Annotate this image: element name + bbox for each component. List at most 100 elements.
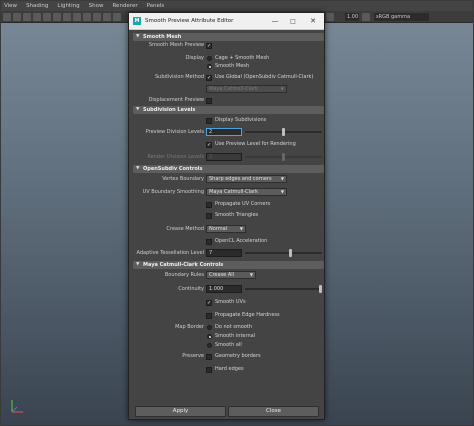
color-management-icon[interactable] — [362, 13, 370, 21]
grid-icon[interactable] — [13, 13, 21, 21]
wireframe-icon[interactable] — [23, 13, 31, 21]
render-division-levels-field[interactable]: 2 — [206, 153, 242, 161]
smooth-triangles-label: Smooth Triangles — [215, 212, 259, 218]
slider-handle[interactable] — [282, 128, 285, 136]
attribute-panel: ▼ Smooth Mesh Smooth Mesh Preview ✓ Disp… — [133, 32, 324, 400]
menu-lighting[interactable]: Lighting — [57, 3, 79, 9]
uv-boundary-smoothing-dropdown[interactable]: Maya Catmull-Clark ▼ — [206, 188, 287, 196]
chevron-down-icon: ▼ — [249, 272, 253, 277]
propagate-edge-hardness-label: Propagate Edge Hardness — [215, 312, 280, 318]
boundary-rules-label: Boundary Rules — [164, 272, 204, 278]
xray-icon[interactable] — [83, 13, 91, 21]
axis-gizmo-icon — [11, 400, 23, 413]
use-global-label: Use Global (OpenSubdiv Catmull-Clark) — [215, 74, 314, 80]
smooth-uvs-checkbox[interactable]: ✓ — [206, 300, 212, 306]
subdivision-method-dropdown[interactable]: Maya Catmull-Clark ▼ — [206, 85, 287, 93]
opencl-acceleration-checkbox[interactable] — [206, 239, 212, 245]
menu-show[interactable]: Show — [89, 3, 104, 9]
resolution-gate-icon[interactable] — [93, 13, 101, 21]
colorspace-dropdown[interactable]: sRGB gamma — [374, 13, 429, 21]
triangle-down-icon: ▼ — [136, 262, 140, 267]
shaded-icon[interactable] — [33, 13, 41, 21]
slider-handle[interactable] — [282, 153, 285, 161]
use-preview-level-checkbox[interactable]: ✓ — [206, 142, 212, 148]
section-opensubdiv-controls[interactable]: ▼ OpenSubdiv Controls — [133, 165, 324, 173]
slider-handle[interactable] — [319, 285, 322, 293]
dropdown-value: Normal — [209, 226, 228, 232]
section-title: Subdivision Levels — [143, 107, 196, 113]
adaptive-tessellation-field[interactable]: 7 — [206, 249, 242, 257]
adaptive-tessellation-label: Adaptive Tessellation Level — [136, 250, 205, 256]
preview-division-levels-label: Preview Division Levels — [145, 129, 204, 135]
film-gate-icon[interactable] — [103, 13, 111, 21]
map-border-smooth-internal-label: Smooth internal — [215, 333, 256, 339]
camera-icon[interactable] — [3, 13, 11, 21]
vertex-boundary-dropdown[interactable]: Sharp edges and corners ▼ — [206, 175, 287, 183]
window-title: Smooth Preview Attribute Editor — [145, 18, 234, 24]
textured-icon[interactable] — [43, 13, 51, 21]
display-cage-radio[interactable] — [207, 56, 212, 61]
viewport-menubar: View Shading Lighting Show Renderer Pane… — [0, 0, 474, 11]
lights-icon[interactable] — [53, 13, 61, 21]
opencl-acceleration-label: OpenCL Acceleration — [215, 238, 268, 244]
menu-panels[interactable]: Panels — [147, 3, 165, 9]
adaptive-tessellation-slider[interactable] — [245, 249, 322, 257]
menu-shading[interactable]: Shading — [26, 3, 48, 9]
preview-division-levels-field[interactable]: 2 — [206, 128, 242, 136]
render-division-levels-label: Render Division Levels — [147, 154, 204, 160]
display-subdivisions-label: Display Subdivisions — [215, 117, 267, 123]
maximize-icon[interactable]: □ — [287, 16, 299, 27]
safe-area-icon[interactable] — [113, 13, 121, 21]
vertex-boundary-label: Vertex Boundary — [162, 176, 204, 182]
map-border-label: Map Border — [175, 324, 204, 330]
section-catmull-clark-controls[interactable]: ▼ Maya Catmull-Clark Controls — [133, 261, 324, 269]
displacement-preview-checkbox[interactable] — [206, 98, 212, 104]
gamma-field[interactable]: 1.00 — [345, 13, 359, 21]
boundary-rules-dropdown[interactable]: Crease All ▼ — [206, 271, 256, 279]
window-titlebar[interactable]: M Smooth Preview Attribute Editor — □ ✕ — [129, 13, 324, 30]
close-button[interactable]: Close — [228, 406, 319, 417]
hard-edges-checkbox[interactable] — [206, 367, 212, 373]
isolate-icon[interactable] — [73, 13, 81, 21]
geometry-borders-checkbox[interactable] — [206, 354, 212, 360]
render-division-levels-slider[interactable] — [245, 153, 322, 161]
triangle-down-icon: ▼ — [136, 34, 140, 39]
continuity-slider[interactable] — [245, 285, 322, 293]
preserve-label: Preserve — [182, 353, 204, 359]
slider-handle[interactable] — [289, 249, 292, 257]
propagate-uv-corners-label: Propagate UV Corners — [215, 201, 271, 207]
close-icon[interactable]: ✕ — [307, 16, 319, 27]
map-border-smooth-internal-radio[interactable] — [207, 334, 212, 339]
apply-button[interactable]: Apply — [135, 406, 226, 417]
continuity-field[interactable]: 1.000 — [206, 285, 242, 293]
triangle-down-icon: ▼ — [136, 166, 140, 171]
uv-boundary-smoothing-label: UV Boundary Smoothing — [142, 189, 204, 195]
smooth-triangles-checkbox[interactable] — [206, 213, 212, 219]
maya-app-icon: M — [133, 17, 141, 25]
triangle-down-icon: ▼ — [136, 107, 140, 112]
use-global-checkbox[interactable]: ✓ — [206, 75, 212, 81]
preview-division-levels-slider[interactable] — [245, 128, 322, 136]
display-subdivisions-checkbox[interactable] — [206, 118, 212, 124]
map-border-smooth-all-radio[interactable] — [207, 343, 212, 348]
section-smooth-mesh[interactable]: ▼ Smooth Mesh — [133, 33, 324, 41]
use-preview-level-label: Use Preview Level for Rendering — [215, 141, 296, 147]
exposure-icon[interactable] — [326, 13, 334, 21]
geometry-borders-label: Geometry borders — [215, 353, 261, 359]
display-label: Display — [185, 55, 204, 61]
section-subdivision-levels[interactable]: ▼ Subdivision Levels — [133, 106, 324, 114]
shadows-icon[interactable] — [63, 13, 71, 21]
dropdown-value: Crease All — [209, 272, 235, 278]
crease-method-dropdown[interactable]: Normal ▼ — [206, 225, 246, 233]
map-border-do-not-smooth-radio[interactable] — [207, 325, 212, 330]
display-smooth-radio[interactable] — [207, 64, 212, 69]
propagate-edge-hardness-checkbox[interactable] — [206, 313, 212, 319]
display-smooth-label: Smooth Mesh — [215, 63, 250, 69]
smooth-mesh-preview-checkbox[interactable]: ✓ — [206, 43, 212, 49]
menu-renderer[interactable]: Renderer — [112, 3, 137, 9]
minimize-icon[interactable]: — — [269, 16, 281, 27]
dropdown-value: Maya Catmull-Clark — [209, 189, 259, 195]
propagate-uv-corners-checkbox[interactable] — [206, 202, 212, 208]
menu-view[interactable]: View — [4, 3, 17, 9]
dropdown-value: Sharp edges and corners — [209, 176, 272, 182]
